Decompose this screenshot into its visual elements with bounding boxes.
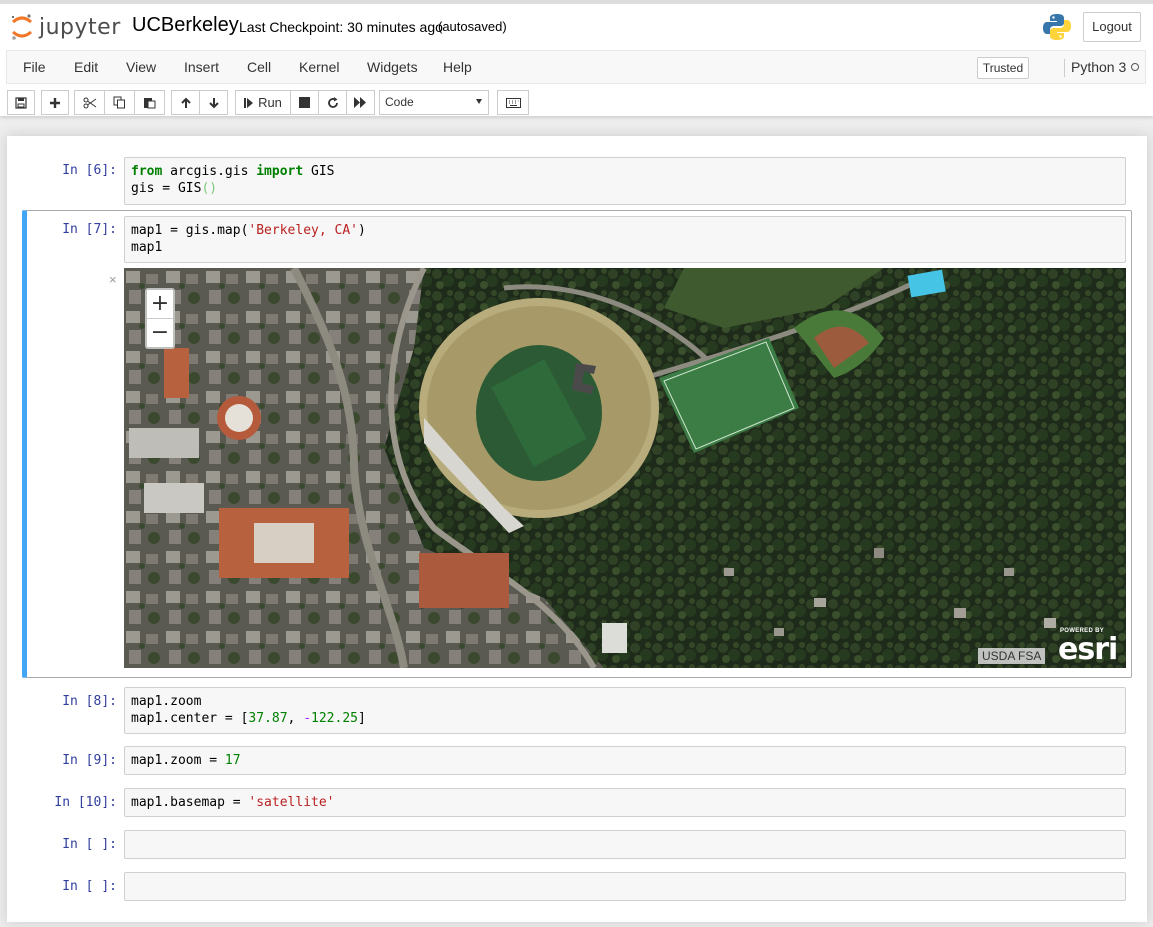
code-content: map1.basemap = 'satellite'	[131, 795, 335, 810]
kernel-divider	[1064, 59, 1065, 77]
code-content: map1 = gis.map('Berkeley, CA') map1	[131, 223, 366, 255]
insert-cell-button[interactable]	[41, 90, 69, 115]
arrow-up-icon	[180, 97, 191, 108]
notebook-container: In [6]: from arcgis.gis import GIS gis =…	[7, 136, 1147, 922]
zoom-control: + −	[145, 288, 175, 349]
jupyter-logo[interactable]: jupyter	[10, 12, 121, 42]
copy-icon	[113, 96, 125, 109]
logout-button[interactable]: Logout	[1083, 12, 1141, 42]
cell-prompt: In [6]:	[62, 163, 117, 178]
code-cell-input[interactable]: map1.zoom map1.center = [37.87, -122.25]	[124, 687, 1126, 734]
code-cell-input[interactable]: map1 = gis.map('Berkeley, CA') map1	[124, 216, 1126, 263]
logo-text: jupyter	[39, 14, 121, 40]
code-cell-input[interactable]: from arcgis.gis import GIS gis = GIS()	[124, 157, 1126, 205]
run-button[interactable]: Run	[235, 90, 291, 115]
code-content: map1.zoom = 17	[131, 753, 241, 768]
cell-prompt: In [9]:	[62, 753, 117, 768]
cell-type-select[interactable]: Code	[379, 90, 489, 115]
save-icon	[15, 96, 27, 109]
satellite-basemap	[124, 268, 1126, 668]
menu-kernel[interactable]: Kernel	[299, 59, 339, 75]
menu-cell[interactable]: Cell	[247, 59, 271, 75]
move-down-button[interactable]	[199, 90, 228, 115]
menu-file[interactable]: File	[23, 59, 46, 75]
command-palette-button[interactable]	[497, 90, 529, 115]
map-attribution: USDA FSA	[978, 648, 1046, 664]
trusted-indicator[interactable]: Trusted	[977, 57, 1029, 79]
plus-icon	[50, 97, 60, 108]
keyboard-icon	[505, 97, 521, 108]
code-content: map1.zoom map1.center = [37.87, -122.25]	[131, 694, 366, 726]
kernel-idle-icon	[1131, 63, 1139, 71]
code-cell-input[interactable]	[124, 872, 1126, 901]
refresh-icon	[327, 96, 338, 108]
cell-prompt: In [7]:	[62, 222, 117, 237]
fast-forward-icon	[354, 97, 366, 108]
interrupt-button[interactable]	[290, 90, 319, 115]
menu-edit[interactable]: Edit	[74, 59, 98, 75]
menubar: File Edit View Insert Cell Kernel Widget…	[6, 50, 1146, 84]
code-content: from arcgis.gis import GIS gis = GIS()	[131, 164, 335, 196]
cell-prompt: In [ ]:	[62, 879, 117, 894]
python-logo-icon	[1043, 14, 1071, 40]
code-cell-input[interactable]: map1.zoom = 17	[124, 746, 1126, 775]
autosave-status: (autosaved)	[438, 19, 507, 34]
cell-prompt: In [ ]:	[62, 837, 117, 852]
kernel-name: Python 3	[1071, 59, 1127, 75]
run-label: Run	[258, 95, 282, 110]
cell-prompt: In [8]:	[62, 694, 117, 709]
esri-logo[interactable]: esri	[1058, 632, 1118, 667]
header: jupyter UCBerkeley Last Checkpoint: 30 m…	[0, 0, 1153, 116]
caret-down-icon	[476, 99, 482, 104]
cell-prompt: In [10]:	[54, 795, 117, 810]
zoom-in-button[interactable]: +	[147, 290, 173, 319]
menu-insert[interactable]: Insert	[184, 59, 219, 75]
paste-icon	[144, 98, 156, 109]
move-up-button[interactable]	[171, 90, 200, 115]
zoom-out-button[interactable]: −	[147, 319, 173, 347]
code-cell-input[interactable]	[124, 830, 1126, 859]
menu-help[interactable]: Help	[443, 59, 472, 75]
cut-button[interactable]	[74, 90, 105, 115]
save-button[interactable]	[7, 90, 35, 115]
map-widget[interactable]: + − USDA FSA POWERED BY esri	[124, 268, 1126, 668]
menu-view[interactable]: View	[126, 59, 156, 75]
notebook-name[interactable]: UCBerkeley	[132, 14, 239, 37]
restart-run-all-button[interactable]	[346, 90, 375, 115]
scissors-icon	[83, 97, 96, 108]
menu-widgets[interactable]: Widgets	[367, 59, 418, 75]
close-output-icon[interactable]: ×	[109, 272, 117, 287]
arrow-down-icon	[208, 97, 219, 108]
step-forward-icon	[244, 97, 254, 108]
jupyter-logo-icon	[11, 14, 32, 40]
stop-icon	[299, 97, 310, 108]
copy-button[interactable]	[104, 90, 135, 115]
cell-type-value: Code	[385, 95, 414, 109]
paste-button[interactable]	[134, 90, 165, 115]
checkpoint-status: Last Checkpoint: 30 minutes ago	[239, 19, 443, 35]
code-cell-input[interactable]: map1.basemap = 'satellite'	[124, 788, 1126, 817]
restart-button[interactable]	[318, 90, 347, 115]
